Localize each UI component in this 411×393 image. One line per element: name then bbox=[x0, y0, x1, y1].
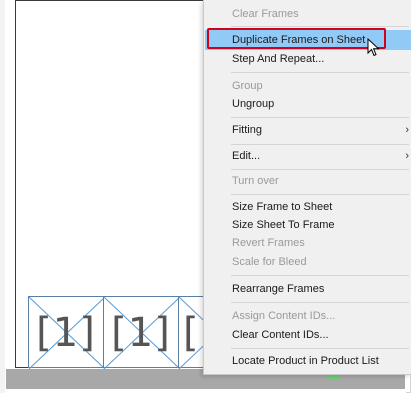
submenu-arrow-icon: › bbox=[405, 150, 409, 162]
frame-1-label: [1] bbox=[36, 310, 96, 356]
menu-separator bbox=[231, 194, 409, 195]
menu-item-fitting[interactable]: Fitting › bbox=[205, 120, 411, 140]
menu-item-rearrange-frames[interactable]: Rearrange Frames bbox=[205, 279, 411, 299]
menu-item-fitting-label: Fitting bbox=[232, 124, 262, 136]
menu-separator bbox=[231, 144, 409, 145]
mouse-cursor-icon bbox=[367, 38, 380, 57]
menu-separator bbox=[231, 26, 409, 27]
menu-item-locate-product-in-product-list[interactable]: Locate Product in Product List bbox=[205, 351, 411, 371]
frame-2-label: [1] bbox=[111, 310, 171, 356]
submenu-arrow-icon: › bbox=[405, 124, 409, 136]
menu-separator bbox=[231, 348, 409, 349]
menu-item-assign-content-ids[interactable]: Assign Content IDs... bbox=[205, 306, 411, 326]
menu-separator bbox=[231, 302, 409, 303]
menu-item-clear-content-ids[interactable]: Clear Content IDs... bbox=[205, 325, 411, 345]
menu-item-clear-frames[interactable]: Clear Frames bbox=[205, 4, 411, 24]
menu-item-edit-label: Edit... bbox=[232, 150, 261, 162]
menu-item-ungroup[interactable]: Ungroup bbox=[205, 94, 411, 114]
menu-item-group[interactable]: Group bbox=[205, 76, 411, 96]
menu-item-turn-over[interactable]: Turn over bbox=[205, 171, 411, 191]
menu-separator bbox=[231, 169, 409, 170]
menu-item-revert-frames[interactable]: Revert Frames bbox=[205, 233, 411, 253]
menu-separator bbox=[231, 275, 409, 276]
menu-separator bbox=[231, 72, 409, 73]
frame-1[interactable]: [1] bbox=[28, 296, 105, 369]
menu-item-scale-for-bleed[interactable]: Scale for Bleed bbox=[205, 252, 411, 272]
menu-item-size-sheet-to-frame[interactable]: Size Sheet To Frame bbox=[205, 215, 411, 235]
menu-separator bbox=[231, 117, 409, 118]
menu-item-size-frame-to-sheet[interactable]: Size Frame to Sheet bbox=[205, 197, 411, 217]
menu-item-edit[interactable]: Edit... › bbox=[205, 146, 411, 166]
frame-2[interactable]: [1] bbox=[103, 296, 180, 369]
callout-highlight-box bbox=[207, 28, 386, 49]
